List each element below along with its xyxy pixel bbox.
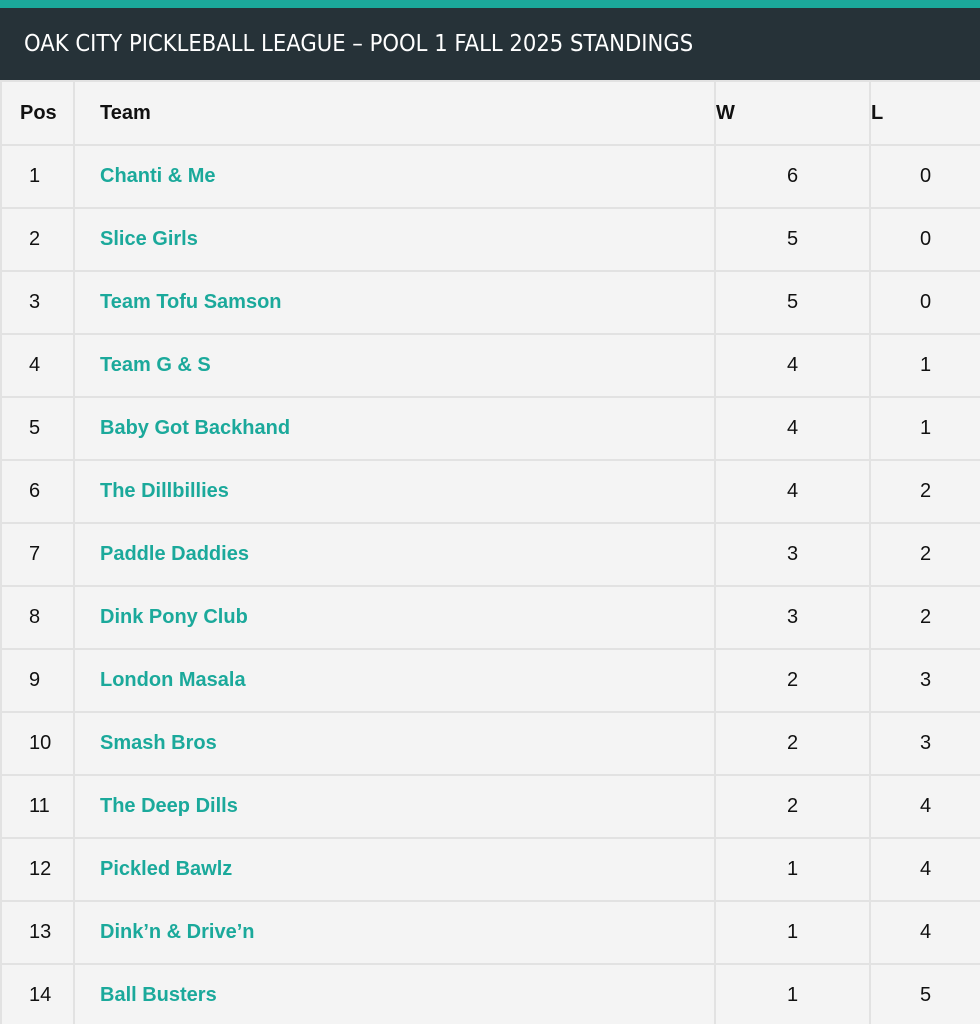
row-losses: 0 <box>869 144 980 209</box>
table-row: 2 Slice Girls 5 0 <box>0 207 980 272</box>
row-wins: 2 <box>714 648 871 713</box>
table-body: 1 Chanti & Me 6 0 2 Slice Girls 5 0 3 Team Tofu S… <box>0 144 980 1024</box>
row-team-cell: Slice Girls <box>73 207 716 272</box>
table-row: 10 Smash Bros 2 3 <box>0 711 980 776</box>
table-row: 5 Baby Got Backhand 4 1 <box>0 396 980 461</box>
table-row: 3 Team Tofu Samson 5 0 <box>0 270 980 335</box>
row-losses: 3 <box>869 711 980 776</box>
table-row: 14 Ball Busters 1 5 <box>0 963 980 1024</box>
row-losses: 4 <box>869 774 980 839</box>
row-wins: 3 <box>714 522 871 587</box>
row-wins: 1 <box>714 837 871 902</box>
column-header-pos: Pos <box>0 80 75 146</box>
team-link[interactable]: Baby Got Backhand <box>100 417 290 439</box>
table-header-row: Pos Team W L <box>0 80 980 146</box>
row-team-cell: Chanti & Me <box>73 144 716 209</box>
team-link[interactable]: Paddle Daddies <box>100 543 249 565</box>
team-link[interactable]: Dink Pony Club <box>100 606 248 628</box>
standings-table: Pos Team W L 1 Chanti & Me 6 0 2 Slice Girls 5… <box>0 80 980 1024</box>
row-wins: 5 <box>714 207 871 272</box>
row-team-cell: Smash Bros <box>73 711 716 776</box>
table-row: 6 The Dillbillies 4 2 <box>0 459 980 524</box>
row-team-cell: London Masala <box>73 648 716 713</box>
row-team-cell: Ball Busters <box>73 963 716 1024</box>
row-position: 14 <box>0 963 75 1024</box>
row-losses: 4 <box>869 837 980 902</box>
row-wins: 6 <box>714 144 871 209</box>
row-team-cell: The Deep Dills <box>73 774 716 839</box>
row-team-cell: Paddle Daddies <box>73 522 716 587</box>
table-row: 1 Chanti & Me 6 0 <box>0 144 980 209</box>
row-position: 10 <box>0 711 75 776</box>
row-losses: 2 <box>869 522 980 587</box>
row-losses: 4 <box>869 900 980 965</box>
row-position: 8 <box>0 585 75 650</box>
row-position: 1 <box>0 144 75 209</box>
table-row: 11 The Deep Dills 2 4 <box>0 774 980 839</box>
row-wins: 2 <box>714 774 871 839</box>
row-wins: 3 <box>714 585 871 650</box>
row-team-cell: Dink Pony Club <box>73 585 716 650</box>
team-link[interactable]: Ball Busters <box>100 984 217 1006</box>
row-wins: 4 <box>714 333 871 398</box>
row-losses: 0 <box>869 207 980 272</box>
column-header-team: Team <box>73 80 716 146</box>
table-row: 8 Dink Pony Club 3 2 <box>0 585 980 650</box>
team-link[interactable]: Team G & S <box>100 354 211 376</box>
row-losses: 5 <box>869 963 980 1024</box>
row-losses: 2 <box>869 585 980 650</box>
table-row: 7 Paddle Daddies 3 2 <box>0 522 980 587</box>
team-link[interactable]: Pickled Bawlz <box>100 858 232 880</box>
team-link[interactable]: Dink’n & Drive’n <box>100 921 254 943</box>
accent-bar <box>0 0 980 8</box>
row-position: 2 <box>0 207 75 272</box>
row-wins: 1 <box>714 900 871 965</box>
row-position: 9 <box>0 648 75 713</box>
row-position: 12 <box>0 837 75 902</box>
row-team-cell: The Dillbillies <box>73 459 716 524</box>
row-losses: 3 <box>869 648 980 713</box>
row-position: 3 <box>0 270 75 335</box>
table-row: 9 London Masala 2 3 <box>0 648 980 713</box>
row-position: 4 <box>0 333 75 398</box>
row-team-cell: Pickled Bawlz <box>73 837 716 902</box>
team-link[interactable]: The Dillbillies <box>100 480 229 502</box>
team-link[interactable]: Smash Bros <box>100 732 217 754</box>
table-row: 12 Pickled Bawlz 1 4 <box>0 837 980 902</box>
row-position: 11 <box>0 774 75 839</box>
row-team-cell: Team Tofu Samson <box>73 270 716 335</box>
team-link[interactable]: Team Tofu Samson <box>100 291 282 313</box>
row-losses: 1 <box>869 396 980 461</box>
column-header-wins: W <box>714 80 871 146</box>
table-row: 4 Team G & S41 <box>0 333 980 398</box>
column-header-losses: L <box>869 80 980 146</box>
row-losses: 2 <box>869 459 980 524</box>
row-team-cell: Team G & S <box>73 333 716 398</box>
row-losses: 0 <box>869 270 980 335</box>
row-position: 7 <box>0 522 75 587</box>
row-wins: 2 <box>714 711 871 776</box>
team-link[interactable]: The Deep Dills <box>100 795 238 817</box>
row-wins: 5 <box>714 270 871 335</box>
table-row: 13 Dink’n & Drive’n 1 4 <box>0 900 980 965</box>
row-wins: 4 <box>714 396 871 461</box>
row-position: 13 <box>0 900 75 965</box>
team-link[interactable]: London Masala <box>100 669 246 691</box>
row-position: 6 <box>0 459 75 524</box>
row-wins: 1 <box>714 963 871 1024</box>
page-title: OAK CITY PICKLEBALL LEAGUE – POOL 1 FALL… <box>24 31 694 57</box>
row-losses: 1 <box>869 333 980 398</box>
page-header: OAK CITY PICKLEBALL LEAGUE – POOL 1 FALL… <box>0 8 980 80</box>
row-wins: 4 <box>714 459 871 524</box>
team-link[interactable]: Slice Girls <box>100 228 198 250</box>
row-position: 5 <box>0 396 75 461</box>
row-team-cell: Baby Got Backhand <box>73 396 716 461</box>
team-link[interactable]: Chanti & Me <box>100 165 216 187</box>
row-team-cell: Dink’n & Drive’n <box>73 900 716 965</box>
